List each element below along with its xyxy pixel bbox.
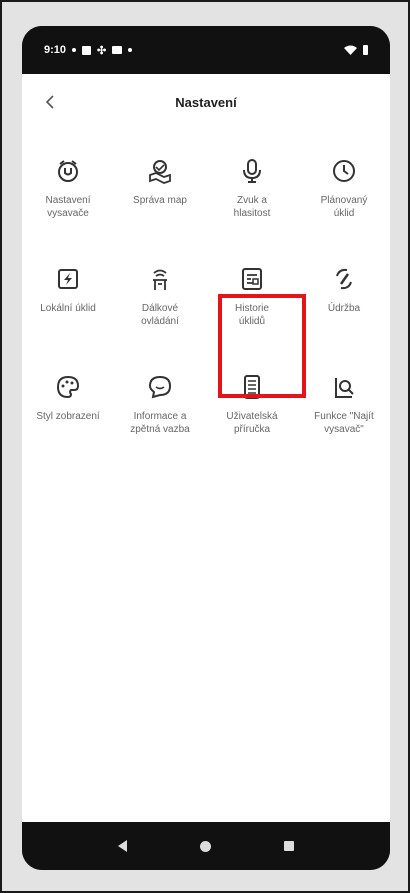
vacuum-settings-icon xyxy=(53,156,83,186)
remote-control-icon xyxy=(145,264,175,294)
history-icon xyxy=(237,264,267,294)
local-clean-icon xyxy=(53,264,83,294)
tile-label: Nastavení vysavače xyxy=(45,195,91,219)
tile-scheduled-cleaning[interactable]: Plánovaný úklid xyxy=(298,150,390,258)
find-vacuum-icon xyxy=(329,372,359,402)
tile-info-feedback[interactable]: Informace a zpětná vazba xyxy=(114,366,206,474)
phone-device: 9:10 ✣ Nastavení Nastavení vysavače Sprá… xyxy=(22,26,390,870)
tile-label: Plánovaný úklid xyxy=(320,195,368,219)
tile-label: Správa map xyxy=(133,195,187,206)
back-button[interactable] xyxy=(36,88,64,116)
settings-grid: Nastavení vysavače Správa map Zvuk a hla… xyxy=(22,150,390,474)
tile-display-style[interactable]: Styl zobrazení xyxy=(22,366,114,474)
status-time: 9:10 xyxy=(44,44,67,56)
wifi-icon xyxy=(344,45,357,55)
tile-label: Historie úklidů xyxy=(235,303,269,327)
settings-screen: Nastavení Nastavení vysavače Správa map xyxy=(22,74,390,822)
tile-map-management[interactable]: Správa map xyxy=(114,150,206,258)
tile-label: Lokální úklid xyxy=(40,303,96,314)
status-right xyxy=(344,45,368,55)
clock-icon xyxy=(329,156,359,186)
tile-remote-control[interactable]: Dálkové ovládání xyxy=(114,258,206,366)
fan-notification-icon: ✣ xyxy=(97,44,107,57)
recent-square-icon[interactable] xyxy=(283,841,294,851)
status-bar: 9:10 ✣ xyxy=(22,26,390,74)
map-management-icon xyxy=(145,156,175,186)
maintenance-icon xyxy=(329,264,359,294)
notification-dot-icon xyxy=(72,48,77,52)
tile-label: Zvuk a hlasitost xyxy=(233,195,271,219)
microphone-icon xyxy=(237,156,267,186)
android-nav-bar xyxy=(22,822,390,870)
feedback-icon xyxy=(145,372,175,402)
tile-sound-volume[interactable]: Zvuk a hlasitost xyxy=(206,150,298,258)
app-notification-icon xyxy=(82,45,92,55)
back-triangle-icon[interactable] xyxy=(118,840,128,852)
tile-local-cleaning[interactable]: Lokální úklid xyxy=(22,258,114,366)
tile-find-vacuum[interactable]: Funkce "Najít vysavač" xyxy=(298,366,390,474)
tile-label: Údržba xyxy=(327,303,361,314)
tile-label: Dálkové ovládání xyxy=(141,303,179,327)
tile-label: Uživatelská příručka xyxy=(226,411,278,435)
tile-vacuum-settings[interactable]: Nastavení vysavače xyxy=(22,150,114,258)
header: Nastavení xyxy=(22,74,390,130)
tile-label: Styl zobrazení xyxy=(36,411,100,422)
palette-icon xyxy=(53,372,83,402)
tile-label: Funkce "Najít vysavač" xyxy=(314,411,374,435)
chevron-left-icon xyxy=(45,95,54,109)
page-title: Nastavení xyxy=(175,94,237,110)
manual-icon xyxy=(237,372,267,402)
home-circle-icon[interactable] xyxy=(199,840,211,852)
tile-cleaning-history[interactable]: Historie úklidů xyxy=(206,258,298,366)
status-left: 9:10 ✣ xyxy=(44,44,133,57)
more-notifications-icon xyxy=(128,48,133,52)
battery-icon xyxy=(363,45,368,55)
tile-user-manual[interactable]: Uživatelská příručka xyxy=(206,366,298,474)
message-notification-icon xyxy=(112,46,123,54)
tile-label: Informace a zpětná vazba xyxy=(130,411,190,435)
tile-maintenance[interactable]: Údržba xyxy=(298,258,390,366)
